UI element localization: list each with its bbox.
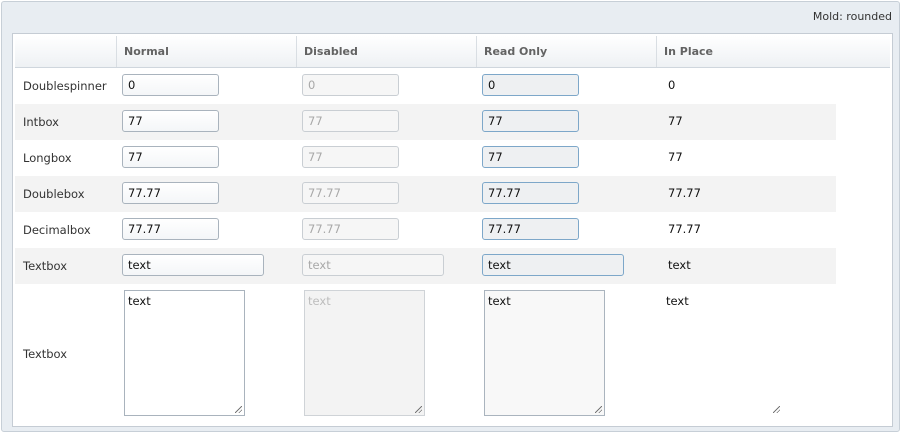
intbox-disabled-input: 77 (302, 110, 399, 132)
column-header-empty (15, 36, 116, 67)
intbox-readonly-input[interactable]: 77 (482, 110, 579, 132)
textarea-normal-text: text (128, 294, 151, 308)
doublebox-readonly-input[interactable]: 77.77 (482, 182, 579, 204)
textarea-inplace-input[interactable]: text (662, 290, 783, 416)
table-row: Textbox text text text text (15, 284, 836, 420)
row-label: Longbox (23, 151, 72, 165)
decimalbox-normal-input[interactable]: 77.77 (122, 218, 219, 240)
row-label: Textbox (23, 347, 68, 361)
table-row: Doublebox 77.77 77.77 77.77 77.77 (15, 176, 836, 212)
longbox-disabled-input: 77 (302, 146, 399, 168)
resize-grip-icon[interactable] (235, 406, 242, 413)
resize-grip-icon[interactable] (595, 406, 602, 413)
textarea-readonly-text: text (488, 294, 511, 308)
column-header-disabled[interactable]: Disabled (296, 36, 476, 67)
table-row: Doublespinner 0 0 0 0 (15, 68, 836, 104)
textarea-disabled-text: text (308, 294, 331, 308)
row-label: Textbox (23, 259, 68, 273)
row-label: Doublebox (23, 187, 85, 201)
row-label: Intbox (23, 115, 59, 129)
decimalbox-readonly-input[interactable]: 77.77 (482, 218, 579, 240)
decimalbox-inplace-input[interactable]: 77.77 (664, 218, 701, 240)
doublebox-inplace-input[interactable]: 77.77 (664, 182, 701, 204)
textarea-readonly-input[interactable]: text (484, 290, 605, 416)
row-label: Doublespinner (23, 79, 107, 93)
textbox-readonly-input[interactable]: text (482, 254, 624, 276)
longbox-inplace-input[interactable]: 77 (664, 146, 683, 168)
textbox-inplace-input[interactable]: text (664, 254, 691, 276)
row-label: Decimalbox (23, 223, 91, 237)
resize-grip-icon (415, 406, 422, 413)
longbox-normal-input[interactable]: 77 (122, 146, 219, 168)
intbox-normal-input[interactable]: 77 (122, 110, 219, 132)
column-header-read-only[interactable]: Read Only (476, 36, 656, 67)
window-frame: Mold: rounded Normal Disabled Read Only … (1, 1, 900, 432)
decimalbox-disabled-input: 77.77 (302, 218, 399, 240)
intbox-inplace-input[interactable]: 77 (664, 110, 683, 132)
textbox-disabled-input: text (302, 254, 444, 276)
doublespinner-normal-input[interactable]: 0 (122, 74, 219, 96)
resize-grip-icon[interactable] (773, 406, 780, 413)
grid-header: Normal Disabled Read Only In Place (15, 36, 890, 68)
doublespinner-inplace-input[interactable]: 0 (664, 74, 675, 96)
table-row: Textbox text text text text (15, 248, 836, 284)
table-row: Intbox 77 77 77 77 (15, 104, 836, 140)
grid-panel: Normal Disabled Read Only In Place Doubl… (12, 33, 893, 427)
table-row: Decimalbox 77.77 77.77 77.77 77.77 (15, 212, 836, 248)
column-header-normal[interactable]: Normal (116, 36, 296, 67)
doublebox-normal-input[interactable]: 77.77 (122, 182, 219, 204)
textbox-normal-input[interactable]: text (122, 254, 264, 276)
mold-label: Mold: rounded (812, 10, 892, 23)
doublebox-disabled-input: 77.77 (302, 182, 399, 204)
textarea-inplace-text: text (666, 294, 689, 308)
doublespinner-disabled-input: 0 (302, 74, 399, 96)
textarea-normal-input[interactable]: text (124, 290, 245, 416)
table-row: Longbox 77 77 77 77 (15, 140, 836, 176)
column-header-in-place[interactable]: In Place (656, 36, 892, 67)
longbox-readonly-input[interactable]: 77 (482, 146, 579, 168)
doublespinner-readonly-input[interactable]: 0 (482, 74, 579, 96)
textarea-disabled-input: text (304, 290, 425, 416)
